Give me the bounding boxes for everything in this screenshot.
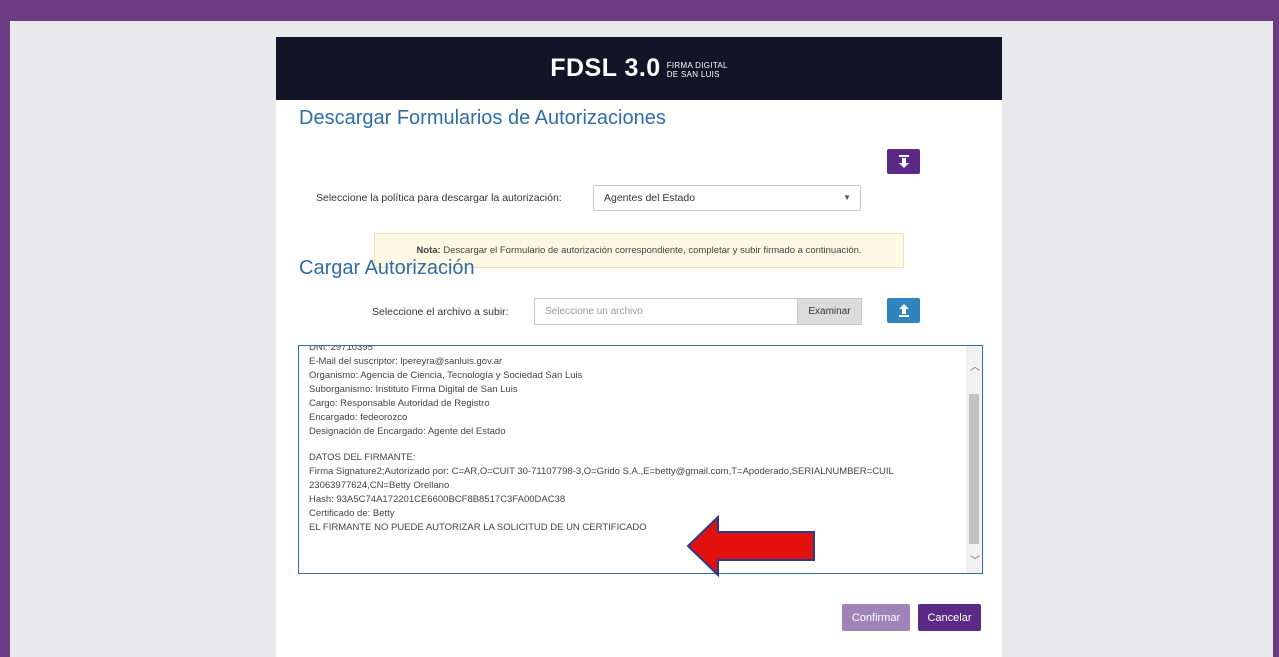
window-frame-left [0,0,10,657]
policy-select-value: Agentes del Estado [604,192,696,204]
result-line: Encargado: fedeorozco [309,412,408,423]
download-section-title: Descargar Formularios de Autorizaciones [299,107,666,129]
result-line: Cargo: Responsable Autoridad de Registro [309,398,490,409]
file-label: Seleccione el archivo a subir: [372,306,509,318]
brand-subtitle: FIRMA DIGITAL DE SAN LUIS [667,61,728,79]
confirm-button[interactable]: Confirmar [842,604,910,631]
download-button[interactable] [887,149,920,174]
chevron-down-icon[interactable]: ﹀ [970,552,980,567]
result-line: Suborganismo: Instituto Firma Digital de… [309,384,518,395]
brand-subtitle-line2: DE SAN LUIS [666,69,720,79]
result-line: E-Mail del suscriptor: lpereyra@sanluis.… [309,356,503,367]
app-header: FDSL 3.0 FIRMA DIGITAL DE SAN LUIS [276,37,1002,100]
file-input-placeholder: Seleccione un archivo [545,306,643,317]
result-line: Designación de Encargado: Agente del Est… [309,426,506,437]
window-frame-top [0,0,1279,21]
policy-select[interactable]: Agentes del Estado ▼ [593,185,861,211]
result-line: 23063977624,CN=Betty Orellano [309,480,450,491]
result-line: DNI: 29710395 [309,345,373,353]
result-textarea[interactable]: DNI: 29710395 E-Mail del suscriptor: lpe… [298,345,983,574]
download-icon [898,154,909,168]
note-text: Descargar el Formulario de autorización … [440,245,862,256]
file-input[interactable]: Seleccione un archivo Examinar [534,298,862,325]
note-label: Nota: [416,245,441,256]
result-line: Firma Signature2;Autorizado por: C=AR,O=… [309,466,894,477]
result-text: DNI: 29710395 E-Mail del suscriptor: lpe… [309,345,964,535]
chevron-up-icon[interactable]: ︿ [970,358,980,373]
scrollbar-thumb[interactable] [969,394,979,544]
textarea-scrollbar[interactable]: ︿ ﹀ [966,346,982,573]
upload-section-title: Cargar Autorización [299,257,475,279]
main-card: FDSL 3.0 FIRMA DIGITAL DE SAN LUIS Desca… [276,37,1002,657]
brand-logo: FDSL 3.0 [550,54,661,82]
red-arrow-annotation [686,515,815,577]
cancel-button[interactable]: Cancelar [918,604,981,631]
result-line: Organismo: Agencia de Ciencia, Tecnologí… [309,370,583,381]
upload-icon [898,303,909,317]
result-line: EL FIRMANTE NO PUEDE AUTORIZAR LA SOLICI… [309,522,647,533]
upload-button[interactable] [887,298,920,323]
caret-down-icon: ▼ [843,193,851,202]
brand-subtitle-line1: FIRMA DIGITAL [666,60,728,70]
browse-button[interactable]: Examinar [797,299,861,324]
result-line: Hash: 93A5C74A172201CE6600BCF8B8517C3FA0… [309,494,566,505]
result-line: DATOS DEL FIRMANTE: [309,452,416,463]
policy-label: Seleccione la política para descargar la… [316,192,562,204]
result-line: Certificado de: Betty [309,508,395,519]
window-frame-right [1273,0,1279,657]
result-blank-line [309,439,964,451]
